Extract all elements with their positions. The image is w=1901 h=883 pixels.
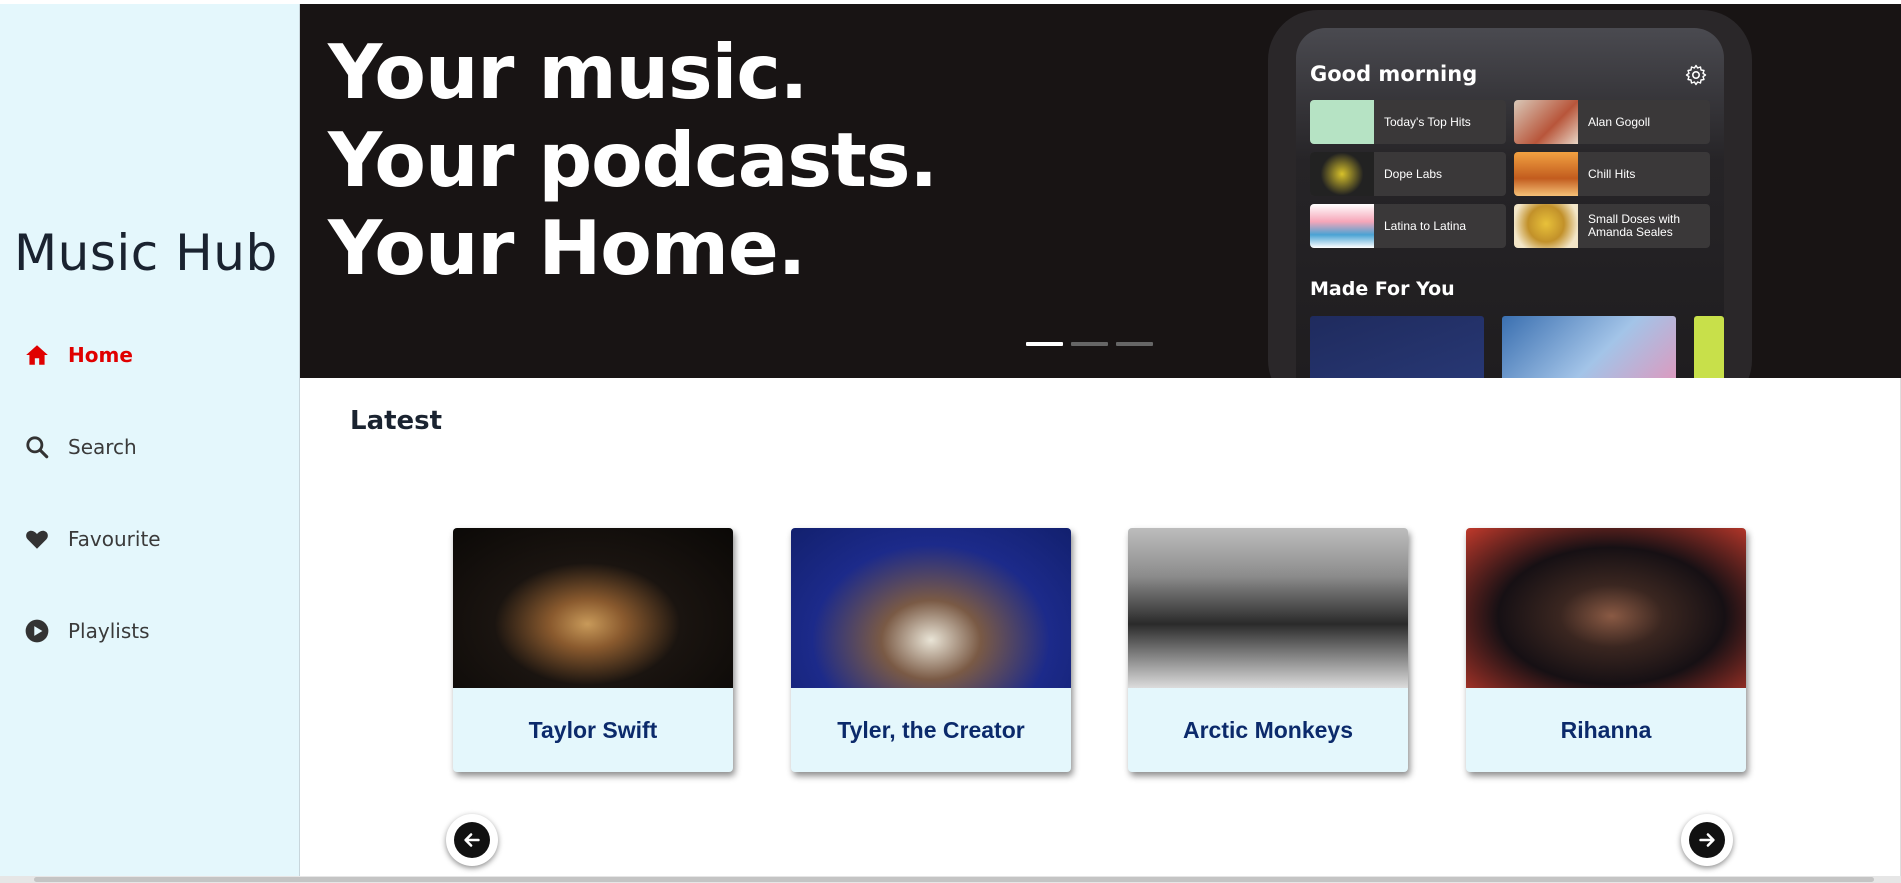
mix-cover xyxy=(1502,316,1676,378)
hero-line-1: Your music. xyxy=(328,28,808,116)
tile-label: Dope Labs xyxy=(1384,166,1443,181)
phone-tile: Today's Top Hits xyxy=(1310,100,1506,144)
phone-tile: Latina to Latina xyxy=(1310,204,1506,248)
tile-label: Latina to Latina xyxy=(1384,218,1467,233)
carousel-dot-2[interactable] xyxy=(1071,342,1108,346)
phone-tile: Chill Hits xyxy=(1514,152,1710,196)
gear-icon xyxy=(1685,64,1707,86)
phone-mockup: Good morning Today's Top Hits Alan Gogol… xyxy=(1268,10,1752,378)
phone-tile: Dope Labs xyxy=(1310,152,1506,196)
home-icon xyxy=(26,345,48,365)
phone-greeting: Good morning xyxy=(1310,62,1478,86)
tile-label: Alan Gogoll xyxy=(1588,114,1651,129)
mix-cover xyxy=(1310,316,1484,378)
hero-line-2: Your podcasts. xyxy=(328,116,938,204)
tile-label: Small Doses with Amanda Seales xyxy=(1588,212,1681,239)
carousel-dot-3[interactable] xyxy=(1116,342,1153,346)
mix-cover xyxy=(1694,316,1724,378)
nav-label-favourite: Favourite xyxy=(68,527,161,551)
tile-label: Chill Hits xyxy=(1588,166,1636,181)
tile-art xyxy=(1310,152,1374,196)
artist-photo xyxy=(453,528,733,688)
artist-photo xyxy=(791,528,1071,688)
artist-card[interactable]: Taylor Swift xyxy=(453,528,733,772)
search-icon xyxy=(26,436,49,459)
tile-art xyxy=(1310,204,1374,248)
heart-icon xyxy=(26,530,48,549)
phone-section-title: Made For You xyxy=(1310,278,1455,300)
artist-photo xyxy=(1466,528,1746,688)
arrow-left-icon xyxy=(464,833,480,847)
artist-photo xyxy=(1128,528,1408,688)
nav-label-home: Home xyxy=(68,343,133,367)
nav-item-search[interactable]: Search xyxy=(24,434,137,460)
nav-label-search: Search xyxy=(68,435,137,459)
carousel-indicators xyxy=(1026,342,1153,346)
artist-card[interactable]: Tyler, the Creator xyxy=(791,528,1071,772)
sidebar: Music Hub Home Search Favourite Playlist… xyxy=(0,4,300,876)
brand-title: Music Hub xyxy=(14,224,278,282)
phone-tile: Alan Gogoll xyxy=(1514,100,1710,144)
nav-item-home[interactable]: Home xyxy=(24,342,133,368)
tile-art xyxy=(1514,100,1578,144)
scrollbar-thumb[interactable] xyxy=(34,877,1874,882)
nav-item-playlists[interactable]: Playlists xyxy=(24,618,150,644)
nav-item-favourite[interactable]: Favourite xyxy=(24,526,161,552)
phone-tile: Small Doses with Amanda Seales xyxy=(1514,204,1710,248)
hero-banner: Your music. Your podcasts. Your Home. Go… xyxy=(300,4,1901,378)
artist-name: Rihanna xyxy=(1560,716,1652,743)
arrow-right-icon xyxy=(1699,833,1715,847)
tile-art xyxy=(1514,204,1578,248)
artist-name: Tyler, the Creator xyxy=(837,716,1025,743)
carousel-prev-button[interactable] xyxy=(446,814,498,866)
tile-art xyxy=(1310,100,1374,144)
play-circle-icon xyxy=(25,619,49,643)
artist-name: Arctic Monkeys xyxy=(1182,716,1353,743)
artist-name: Taylor Swift xyxy=(528,716,658,743)
phone-screen: Good morning Today's Top Hits Alan Gogol… xyxy=(1296,28,1724,378)
carousel-dot-1[interactable] xyxy=(1026,342,1063,346)
carousel-next-button[interactable] xyxy=(1681,814,1733,866)
artist-card[interactable]: Arctic Monkeys xyxy=(1128,528,1408,772)
section-title-latest: Latest xyxy=(350,406,443,436)
horizontal-scrollbar[interactable] xyxy=(0,876,1901,883)
nav-label-playlists: Playlists xyxy=(68,619,150,643)
artist-card[interactable]: Rihanna xyxy=(1466,528,1746,772)
tile-art xyxy=(1514,152,1578,196)
hero-line-3: Your Home. xyxy=(328,204,806,292)
tile-label: Today's Top Hits xyxy=(1384,114,1471,129)
